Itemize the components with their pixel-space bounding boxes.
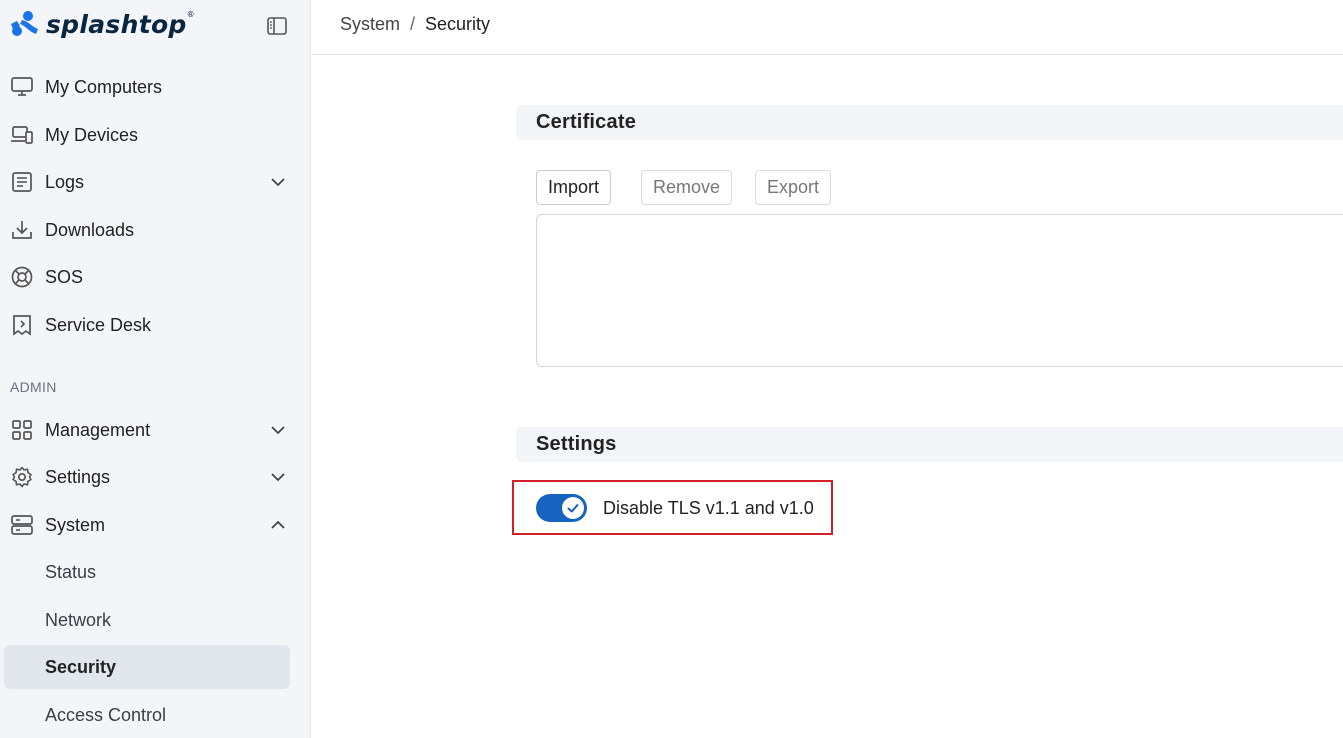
sidebar-item-label: Logs — [45, 171, 85, 192]
splashtop-logo-icon — [11, 11, 38, 36]
tls-setting-row: Disable TLS v1.1 and v1.0 — [512, 480, 833, 535]
logs-icon — [10, 170, 34, 194]
gear-icon — [10, 465, 34, 489]
remove-button[interactable]: Remove — [641, 170, 733, 205]
download-icon — [10, 218, 34, 242]
breadcrumb-separator: / — [410, 14, 416, 34]
sidebar-item-label: My Devices — [45, 124, 139, 145]
admin-section-heading: ADMIN — [10, 379, 57, 395]
sidebar-item-service-desk[interactable]: Service Desk — [0, 303, 311, 347]
sidebar-item-my-computers[interactable]: My Computers — [0, 65, 311, 109]
sidebar-item-label: Downloads — [45, 219, 135, 240]
sidebar-item-system[interactable]: System — [0, 503, 311, 547]
sidebar-item-downloads[interactable]: Downloads — [0, 208, 311, 252]
sidebar-item-logs[interactable]: Logs — [0, 160, 311, 204]
splashtop-logo[interactable]: splashtop® — [8, 6, 195, 42]
sidebar-item-label: Settings — [45, 466, 111, 487]
certificate-content-box[interactable] — [536, 214, 1343, 367]
sidebar-item-label: SOS — [45, 266, 84, 287]
disable-tls-toggle[interactable] — [536, 494, 587, 522]
breadcrumb-current: Security — [425, 14, 491, 34]
brand-name: splashtop® — [46, 9, 195, 39]
breadcrumb: System / Security — [340, 14, 490, 35]
certificate-section-header: Certificate — [516, 105, 1343, 140]
sidebar-item-label: System — [45, 514, 106, 535]
certificate-title: Certificate — [536, 111, 637, 133]
sidebar-subitem-security[interactable]: Security — [0, 645, 311, 689]
import-button[interactable]: Import — [536, 170, 612, 205]
sidebar-subitem-network[interactable]: Network — [0, 598, 311, 642]
sidebar-collapse-icon[interactable] — [266, 15, 288, 37]
sidebar-item-settings[interactable]: Settings — [0, 455, 311, 499]
chevron-up-icon — [271, 520, 285, 529]
breadcrumb-system-link[interactable]: System — [340, 14, 400, 35]
settings-section-header: Settings — [516, 427, 1343, 462]
service-desk-icon — [10, 313, 34, 337]
sidebar-item-label: My Computers — [45, 76, 163, 97]
sidebar-subitem-label: Status — [45, 561, 97, 582]
chevron-down-icon — [271, 473, 285, 482]
sidebar: splashtop® My Computers My Devices Logs … — [0, 0, 311, 738]
chevron-down-icon — [271, 178, 285, 187]
sidebar-subitem-label: Security — [45, 656, 117, 677]
settings-title: Settings — [536, 433, 617, 455]
page-header: System / Security — [312, 0, 1343, 55]
chevron-down-icon — [271, 426, 285, 435]
grid-icon — [10, 418, 34, 442]
monitor-icon — [10, 75, 34, 99]
devices-icon — [10, 123, 34, 147]
server-icon — [10, 513, 34, 537]
sidebar-subitem-access-control[interactable]: Access Control — [0, 693, 311, 737]
sidebar-item-label: Service Desk — [45, 314, 152, 335]
sidebar-subitem-status[interactable]: Status — [0, 550, 311, 594]
export-button[interactable]: Export — [755, 170, 832, 205]
disable-tls-label: Disable TLS v1.1 and v1.0 — [603, 498, 814, 518]
sidebar-item-my-devices[interactable]: My Devices — [0, 113, 311, 157]
sidebar-item-label: Management — [45, 419, 151, 440]
toggle-knob — [562, 497, 584, 519]
sidebar-subitem-label: Access Control — [45, 704, 167, 725]
check-icon — [567, 504, 579, 513]
sos-icon — [10, 265, 34, 289]
sidebar-item-management[interactable]: Management — [0, 408, 311, 452]
sidebar-subitem-label: Network — [45, 609, 112, 630]
sidebar-item-sos[interactable]: SOS — [0, 255, 311, 299]
